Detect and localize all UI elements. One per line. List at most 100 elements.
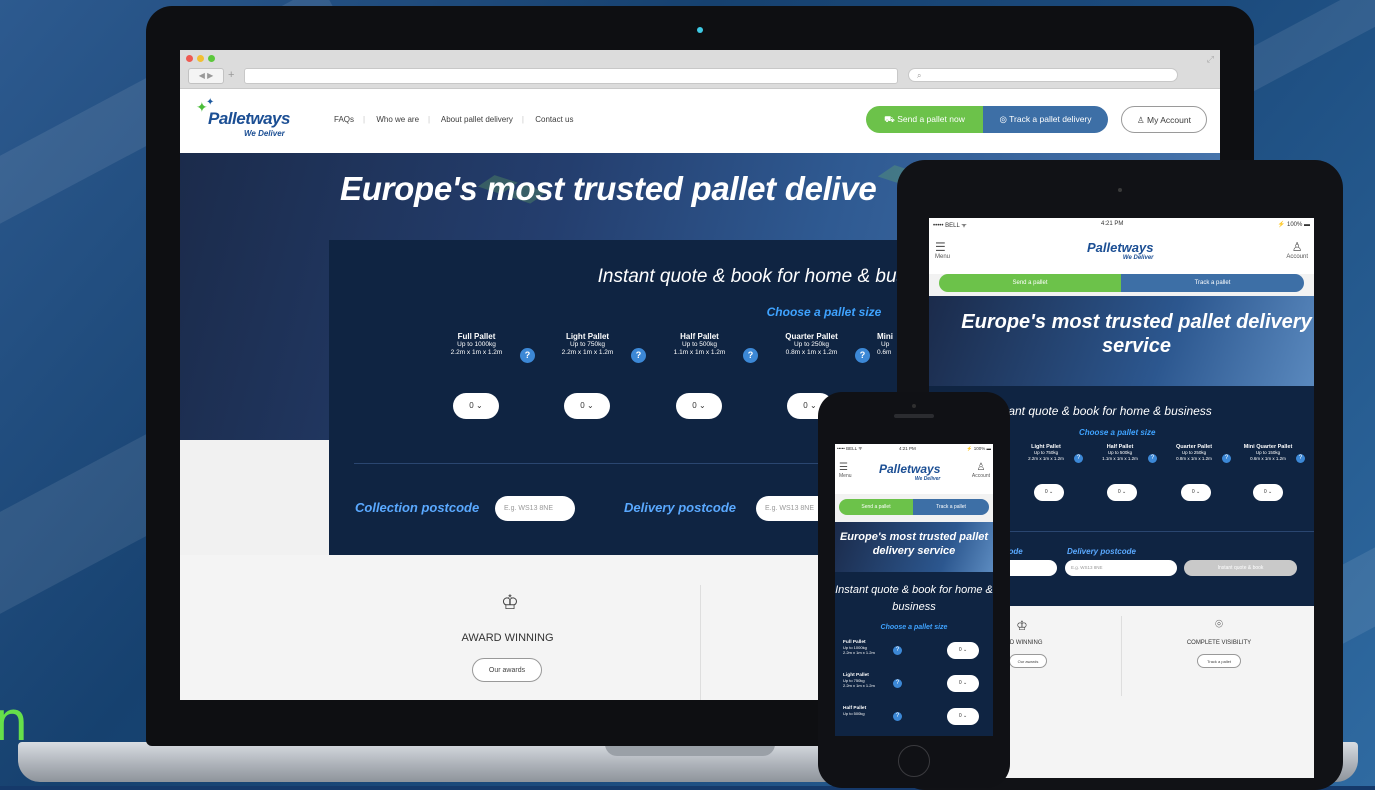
resize-icon[interactable]: ⤢ bbox=[1207, 54, 1214, 65]
browser-search-bar[interactable]: ⌕ bbox=[908, 68, 1178, 82]
account-button[interactable]: ♙ Account bbox=[1286, 240, 1308, 260]
logo-tagline: We Deliver bbox=[1122, 255, 1154, 261]
pallet-weight: Up to 500kg bbox=[681, 341, 718, 348]
pallet-size: 2.2m x 1m x 1.2m bbox=[561, 349, 614, 356]
quantity-select[interactable]: 0 ⌄ bbox=[947, 642, 979, 659]
trophy-icon: ♔ bbox=[501, 592, 519, 614]
account-label: Account bbox=[971, 473, 990, 479]
help-icon[interactable]: ? bbox=[1222, 454, 1231, 463]
pallet-title: Half Pallet bbox=[680, 332, 719, 341]
nav-who-we-are[interactable]: Who we are bbox=[376, 115, 419, 124]
quote-heading: stant quote & book for home & business bbox=[999, 404, 1212, 418]
chevron-down-icon: ⌄ bbox=[1195, 489, 1201, 495]
our-awards-button[interactable]: Our awards bbox=[1009, 654, 1047, 668]
chevron-down-icon: ⌄ bbox=[698, 401, 706, 410]
track-pallet-label: Track a pallet delivery bbox=[1009, 114, 1092, 124]
window-close-dot[interactable] bbox=[186, 55, 193, 62]
quantity-value: 0 bbox=[1191, 489, 1195, 495]
our-awards-button[interactable]: Our awards bbox=[472, 658, 542, 682]
logo-name: Palletways bbox=[1087, 240, 1154, 255]
status-battery: ⚡ 100% ▬ bbox=[1277, 222, 1310, 228]
logo-star-icon: ✦ bbox=[206, 97, 215, 108]
pallet-option-half: Half Pallet Up to 500kg 1.1m x 1m x 1.2m… bbox=[647, 332, 758, 363]
quantity-value: 0 bbox=[1117, 489, 1121, 495]
pallet-option-quarter: Quarter Pallet Up to 250kg 0.8m x 1m x 1.2… bbox=[1159, 444, 1231, 463]
pallet-title: Light Pallet bbox=[565, 332, 610, 341]
choose-pallet-heading: Choose a pallet size bbox=[1079, 428, 1156, 437]
delivery-postcode-label: Delivery postcode bbox=[1067, 547, 1136, 556]
help-icon[interactable]: ? bbox=[893, 646, 902, 655]
track-pallet-button[interactable]: Track a pallet bbox=[1121, 274, 1304, 292]
delivery-postcode-input[interactable]: E.g. WS13 8NE bbox=[1065, 560, 1177, 576]
phone-screen: ••••• BELL ᯤ 4:21 PM ⚡ 100% ▬ ☰ Menu Pall… bbox=[835, 444, 993, 736]
instant-quote-button[interactable]: Instant quote & book bbox=[1184, 560, 1297, 576]
help-icon[interactable]: ? bbox=[1148, 454, 1157, 463]
collection-postcode-input[interactable]: E.g. WS13 8NE bbox=[495, 496, 575, 521]
track-a-pallet-button[interactable]: Track a pallet bbox=[1197, 654, 1241, 668]
account-button[interactable]: ♙ Account bbox=[972, 462, 990, 479]
quantity-select[interactable]: 0 ⌄ bbox=[1034, 484, 1064, 501]
user-icon: ♙ bbox=[1137, 115, 1145, 125]
quantity-select[interactable]: 0 ⌄ bbox=[564, 393, 610, 419]
location-icon: ◎ bbox=[999, 114, 1007, 124]
award-winning-title: AWARD WINNING bbox=[461, 632, 554, 644]
quantity-select[interactable]: 0 ⌄ bbox=[947, 675, 979, 692]
browser-chrome: ◀ ▶ + ⌕ ⤢ bbox=[180, 50, 1220, 89]
quantity-value: 0 bbox=[958, 647, 962, 653]
help-icon[interactable]: ? bbox=[893, 679, 902, 688]
track-pallet-button[interactable]: Track a pallet bbox=[913, 499, 989, 515]
status-carrier: ••••• BELL ᯤ bbox=[837, 446, 863, 451]
nav-faqs[interactable]: FAQs bbox=[334, 115, 354, 124]
pallet-size: 1.1m x 1m x 1.2m bbox=[673, 349, 726, 356]
pallet-size: 0.6m x 1m x 1.2m bbox=[1250, 456, 1286, 461]
help-icon[interactable]: ? bbox=[743, 348, 758, 363]
chevron-down-icon: ⌄ bbox=[1267, 489, 1273, 495]
palletways-logo[interactable]: ✦ ✦ Palletways We Deliver bbox=[196, 97, 306, 145]
back-forward-buttons[interactable]: ◀ ▶ bbox=[188, 68, 224, 84]
window-maximize-dot[interactable] bbox=[208, 55, 215, 62]
pallet-weight: Up to 750kg bbox=[569, 341, 606, 348]
palletways-logo[interactable]: Palletways We Deliver bbox=[1087, 240, 1154, 261]
pallet-option-light: Light Pallet Up to 750kg 2.2m x 1m x 1.2… bbox=[535, 332, 646, 363]
logo-tagline: We Deliver bbox=[914, 476, 941, 482]
send-pallet-button[interactable]: Send a pallet bbox=[839, 499, 913, 515]
send-pallet-button[interactable]: ⛟ Send a pallet now bbox=[866, 106, 983, 133]
quantity-select[interactable]: 0 ⌄ bbox=[1253, 484, 1283, 501]
logo-name: Palletways bbox=[208, 109, 290, 128]
palletways-logo[interactable]: Palletways We Deliver bbox=[879, 462, 940, 482]
quantity-select[interactable]: 0 ⌄ bbox=[453, 393, 499, 419]
quantity-value: 0 bbox=[1263, 489, 1267, 495]
chevron-down-icon: ⌄ bbox=[962, 713, 968, 719]
track-pallet-button[interactable]: ◎ Track a pallet delivery bbox=[983, 106, 1108, 133]
help-icon[interactable]: ? bbox=[631, 348, 646, 363]
help-icon[interactable]: ? bbox=[1296, 454, 1305, 463]
menu-label: Menu bbox=[839, 473, 852, 479]
my-account-button[interactable]: ♙ My Account bbox=[1121, 106, 1207, 133]
url-bar[interactable] bbox=[244, 68, 898, 84]
pallet-option-light: Light Pallet Up to 750kg 2.2m x 1m x 1.2… bbox=[843, 673, 988, 695]
choose-pallet-heading: Choose a pallet size bbox=[880, 624, 948, 631]
new-tab-icon[interactable]: + bbox=[228, 68, 242, 82]
send-pallet-button[interactable]: Send a pallet bbox=[939, 274, 1121, 292]
window-minimize-dot[interactable] bbox=[197, 55, 204, 62]
collection-postcode-label: Collection postcode bbox=[355, 500, 480, 515]
quantity-select[interactable]: 0 ⌄ bbox=[1181, 484, 1211, 501]
status-battery: ⚡ 100% ▬ bbox=[966, 446, 991, 451]
tablet-camera bbox=[1118, 188, 1122, 192]
menu-button[interactable]: ☰ Menu bbox=[935, 240, 950, 260]
menu-button[interactable]: ☰ Menu bbox=[839, 462, 852, 479]
quantity-select[interactable]: 0 ⌄ bbox=[676, 393, 722, 419]
help-icon[interactable]: ? bbox=[1074, 454, 1083, 463]
quantity-select[interactable]: 0 ⌄ bbox=[947, 708, 979, 725]
nav-about-pallet-delivery[interactable]: About pallet delivery bbox=[441, 115, 513, 124]
nav-contact-us[interactable]: Contact us bbox=[535, 115, 573, 124]
quantity-value: 0 bbox=[580, 401, 585, 410]
help-icon[interactable]: ? bbox=[520, 348, 535, 363]
chevron-down-icon: ⌄ bbox=[1048, 489, 1054, 495]
quantity-select[interactable]: 0 ⌄ bbox=[1107, 484, 1137, 501]
help-icon[interactable]: ? bbox=[893, 712, 902, 721]
phone-home-button[interactable] bbox=[898, 745, 930, 777]
quantity-value: 0 bbox=[958, 713, 962, 719]
user-icon: ♙ bbox=[976, 462, 986, 473]
site-header: ✦ ✦ Palletways We Deliver FAQs | Who we a… bbox=[180, 89, 1220, 153]
